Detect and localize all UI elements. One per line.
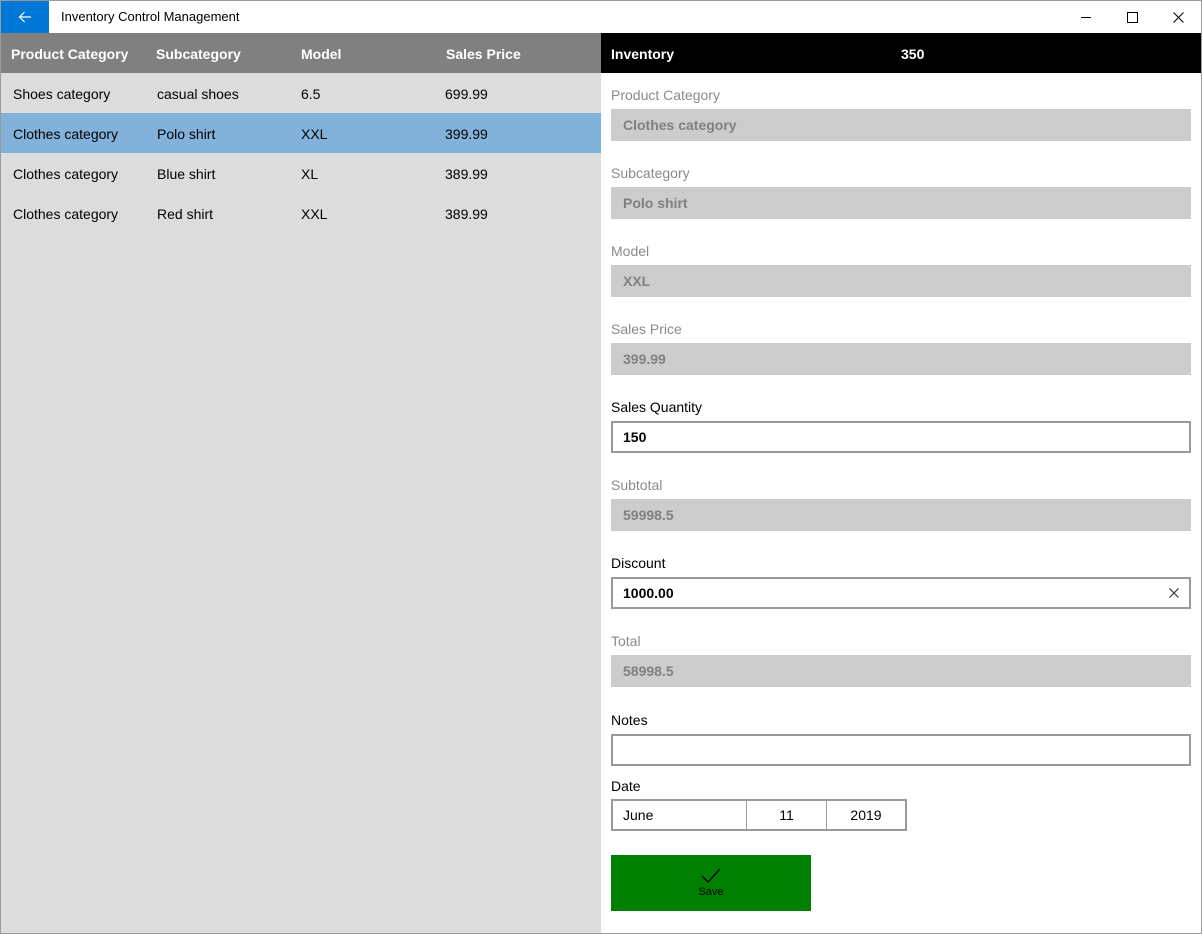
total-label: Total: [611, 633, 641, 649]
cell-model: XXL: [301, 126, 328, 142]
minimize-icon: [1080, 16, 1091, 18]
cell-subcategory: Polo shirt: [157, 126, 216, 142]
product-category-field: Clothes category: [611, 109, 1191, 141]
header-sales-price[interactable]: Sales Price: [446, 33, 521, 73]
table-row[interactable]: Clothes category Red shirt XXL 389.99: [1, 193, 601, 233]
header-product-category[interactable]: Product Category: [11, 33, 128, 73]
cell-product-category: Clothes category: [13, 166, 119, 182]
discount-value: 1000.00: [623, 585, 674, 601]
notes-label: Notes: [611, 712, 648, 728]
cell-product-category: Clothes category: [13, 126, 119, 142]
clear-icon: [1169, 588, 1179, 598]
cell-model: XXL: [301, 206, 328, 222]
subtotal-label: Subtotal: [611, 477, 663, 493]
sales-price-label: Sales Price: [611, 321, 682, 337]
app-window: Inventory Control Management Product Cat…: [0, 0, 1202, 934]
model-label: Model: [611, 243, 650, 259]
date-label: Date: [611, 778, 641, 794]
checkmark-icon: [701, 868, 721, 883]
product-category-label: Product Category: [611, 87, 720, 103]
cell-model: 6.5: [301, 86, 321, 102]
subtotal-field: 59998.5: [611, 499, 1191, 531]
grid-header: Product Category Subcategory Model Sales…: [1, 33, 601, 73]
sales-quantity-input[interactable]: 150: [611, 421, 1191, 453]
sales-form-pane: Inventory 350 Product Category Clothes c…: [601, 33, 1201, 933]
date-day[interactable]: 11: [747, 801, 827, 829]
notes-input[interactable]: [611, 734, 1191, 766]
cell-sales-price: 699.99: [445, 86, 488, 102]
discount-label: Discount: [611, 555, 666, 571]
window-title: Inventory Control Management: [61, 9, 240, 24]
table-row[interactable]: Shoes category casual shoes 6.5 699.99: [1, 73, 601, 113]
clear-discount-button[interactable]: [1165, 579, 1183, 607]
cell-subcategory: Blue shirt: [157, 166, 216, 182]
cell-subcategory: casual shoes: [157, 86, 239, 102]
cell-sales-price: 389.99: [445, 206, 488, 222]
cell-sales-price: 389.99: [445, 166, 488, 182]
minimize-button[interactable]: [1063, 1, 1109, 33]
title-bar: Inventory Control Management: [1, 1, 1201, 33]
product-list-pane: Product Category Subcategory Model Sales…: [1, 33, 601, 933]
subcategory-label: Subcategory: [611, 165, 690, 181]
inventory-value: 350: [901, 46, 925, 62]
cell-subcategory: Red shirt: [157, 206, 214, 222]
save-label: Save: [698, 886, 724, 898]
total-field: 58998.5: [611, 655, 1191, 687]
maximize-icon: [1126, 11, 1138, 23]
cell-model: XL: [301, 166, 319, 182]
cell-sales-price: 399.99: [445, 126, 488, 142]
table-row-selected[interactable]: Clothes category Polo shirt XXL 399.99: [1, 113, 601, 153]
date-month[interactable]: June: [613, 801, 747, 829]
close-button[interactable]: [1155, 1, 1201, 33]
maximize-button[interactable]: [1109, 1, 1155, 33]
sales-price-field: 399.99: [611, 343, 1191, 375]
cell-product-category: Clothes category: [13, 206, 119, 222]
table-row[interactable]: Clothes category Blue shirt XL 389.99: [1, 153, 601, 193]
save-button[interactable]: Save: [611, 855, 811, 911]
inventory-header: Inventory 350: [601, 33, 1201, 73]
discount-input[interactable]: 1000.00: [611, 577, 1191, 609]
cell-product-category: Shoes category: [13, 86, 111, 102]
subcategory-field: Polo shirt: [611, 187, 1191, 219]
sales-quantity-label: Sales Quantity: [611, 399, 703, 415]
header-subcategory[interactable]: Subcategory: [156, 33, 241, 73]
back-button[interactable]: [1, 1, 49, 33]
inventory-label: Inventory: [611, 46, 675, 62]
back-arrow-icon: [18, 11, 31, 23]
date-picker[interactable]: June 11 2019: [611, 799, 907, 831]
close-icon: [1172, 11, 1184, 23]
header-model[interactable]: Model: [301, 33, 341, 73]
model-field: XXL: [611, 265, 1191, 297]
date-year[interactable]: 2019: [827, 801, 905, 829]
